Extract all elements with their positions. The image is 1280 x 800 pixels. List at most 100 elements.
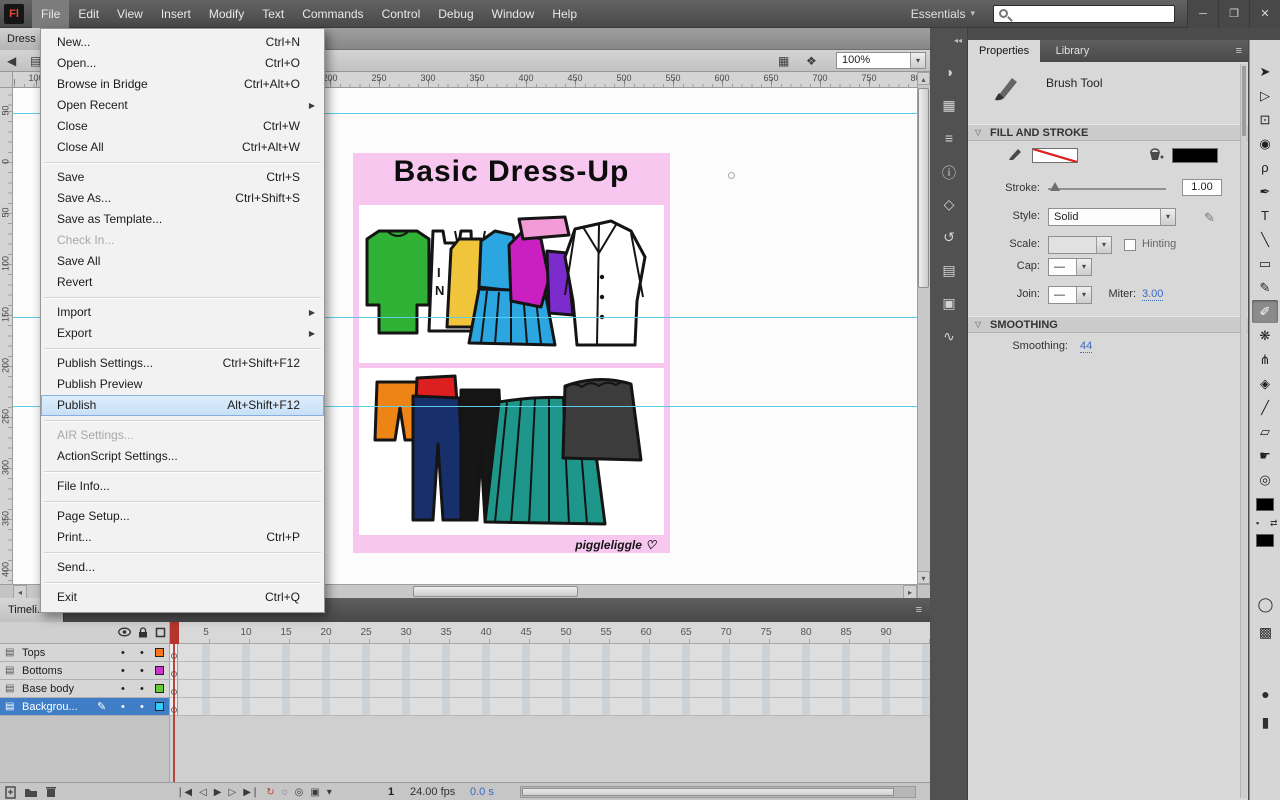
vertical-scrollbar[interactable]: ▴ ▾: [917, 72, 930, 584]
eraser-tool[interactable]: ▱: [1252, 420, 1278, 443]
menu-text[interactable]: Text: [253, 0, 293, 28]
step-forward-button[interactable]: ▷: [228, 787, 236, 798]
paint-bucket-tool[interactable]: ◈: [1252, 372, 1278, 395]
layer-row[interactable]: ▤ Bottoms • •: [0, 662, 930, 680]
menu-commands[interactable]: Commands: [293, 0, 372, 28]
layer-row[interactable]: ▤ Tops • •: [0, 644, 930, 662]
file-menu-item-import[interactable]: Import ▶: [41, 302, 324, 323]
info-panel-icon[interactable]: ⓘ: [930, 163, 968, 183]
file-menu-item-revert[interactable]: Revert: [41, 272, 324, 293]
layer-row[interactable]: ▤ Base body • •: [0, 680, 930, 698]
center-frame-button[interactable]: ↻: [266, 787, 274, 798]
lock-fill-icon[interactable]: ▩: [1250, 624, 1280, 641]
file-menu-item-publish[interactable]: Publish Alt+Shift+F12: [41, 395, 324, 416]
chevron-down-icon[interactable]: ▾: [1160, 209, 1175, 225]
menu-insert[interactable]: Insert: [152, 0, 200, 28]
swatches-panel-icon[interactable]: ▦: [930, 97, 968, 114]
modify-markers-button[interactable]: ▾: [327, 787, 332, 798]
search-input[interactable]: [1008, 6, 1174, 21]
onion-skin-button[interactable]: ◌: [282, 787, 288, 798]
file-menu-item-publish-preview[interactable]: Publish Preview: [41, 374, 324, 395]
pen-tool[interactable]: ✒: [1252, 180, 1278, 203]
current-frame[interactable]: 1: [388, 783, 394, 800]
line-tool[interactable]: ╲: [1252, 228, 1278, 251]
edit-scene-icon[interactable]: ▦: [778, 50, 789, 72]
chevron-down-icon[interactable]: ▾: [1096, 237, 1111, 253]
layer-frames[interactable]: [170, 644, 930, 662]
file-menu-item-new[interactable]: New... Ctrl+N: [41, 32, 324, 53]
file-menu-item-close[interactable]: Close Ctrl+W: [41, 116, 324, 137]
stroke-style-select[interactable]: Solid ▾: [1048, 208, 1176, 226]
play-button[interactable]: ▶: [214, 787, 222, 798]
file-menu-item-open[interactable]: Open... Ctrl+O: [41, 53, 324, 74]
file-menu-item-browse-in-bridge[interactable]: Browse in Bridge Ctrl+Alt+O: [41, 74, 324, 95]
history-panel-icon[interactable]: ↺: [930, 229, 968, 246]
file-menu-item-actionscript-settings[interactable]: ActionScript Settings...: [41, 446, 324, 467]
fill-color-swatch[interactable]: [1172, 148, 1218, 163]
frame-rate[interactable]: 24.00 fps: [410, 783, 455, 800]
expand-panels-icon[interactable]: ◂◂: [954, 36, 962, 45]
step-back-button[interactable]: ◁: [199, 787, 207, 798]
lock-column-icon[interactable]: [138, 627, 148, 638]
menu-file[interactable]: File: [32, 0, 70, 28]
new-folder-button[interactable]: [23, 784, 39, 799]
brush-shape-icon[interactable]: ▮: [1250, 714, 1280, 731]
file-menu-item-print[interactable]: Print... Ctrl+P: [41, 527, 324, 548]
playhead[interactable]: [170, 622, 179, 644]
minimize-button[interactable]: ─: [1187, 0, 1218, 28]
layer-frames[interactable]: [170, 680, 930, 698]
object-drawing-icon[interactable]: ◯: [1250, 596, 1280, 613]
layer-frames[interactable]: [170, 662, 930, 680]
swap-colors-icon[interactable]: ⇄: [1270, 518, 1278, 529]
file-menu-item-save[interactable]: Save Ctrl+S: [41, 167, 324, 188]
file-menu-item-open-recent[interactable]: Open Recent ▶: [41, 95, 324, 116]
chevron-down-icon[interactable]: ▾: [1076, 259, 1091, 275]
layer-lock-dot[interactable]: •: [140, 680, 144, 698]
slider-thumb[interactable]: [1050, 182, 1060, 191]
horizontal-scroll-thumb[interactable]: [413, 586, 578, 597]
text-tool[interactable]: T: [1252, 204, 1278, 227]
onion-skin-outlines-button[interactable]: ◎: [295, 787, 304, 798]
zoom-select[interactable]: 100% ▾: [836, 52, 926, 69]
layer-visible-dot[interactable]: •: [121, 698, 125, 716]
file-menu-item-close-all[interactable]: Close All Ctrl+Alt+W: [41, 137, 324, 158]
rectangle-tool[interactable]: ▭: [1252, 252, 1278, 275]
stroke-color-swatch[interactable]: [1032, 148, 1078, 163]
new-layer-button[interactable]: [3, 784, 19, 799]
motion-presets-panel-icon[interactable]: ∿: [930, 328, 968, 345]
layer-visible-dot[interactable]: •: [121, 662, 125, 680]
layer-visible-dot[interactable]: •: [121, 644, 125, 662]
restore-button[interactable]: ❐: [1218, 0, 1249, 28]
stroke-color-chip[interactable]: [1256, 498, 1274, 511]
file-menu-item-send[interactable]: Send...: [41, 557, 324, 578]
outline-column-icon[interactable]: [155, 627, 166, 638]
bone-tool[interactable]: ⋔: [1252, 348, 1278, 371]
menu-modify[interactable]: Modify: [200, 0, 253, 28]
first-frame-button[interactable]: ❘◀: [176, 787, 192, 798]
smoothing-section-header[interactable]: ▽ SMOOTHING: [968, 316, 1248, 333]
menu-edit[interactable]: Edit: [69, 0, 108, 28]
last-frame-button[interactable]: ▶❘: [243, 787, 259, 798]
menu-help[interactable]: Help: [543, 0, 586, 28]
layer-name-cell[interactable]: ▤ Tops • •: [0, 644, 170, 662]
timeline-scroll-thumb[interactable]: [522, 788, 894, 796]
stroke-weight-slider[interactable]: [1048, 180, 1166, 195]
3d-rotation-tool[interactable]: ◉: [1252, 132, 1278, 155]
file-menu-item-save-as[interactable]: Save As... Ctrl+Shift+S: [41, 188, 324, 209]
scroll-down-icon[interactable]: ▾: [917, 571, 930, 584]
search-box[interactable]: [993, 4, 1175, 23]
panel-menu-icon[interactable]: ≡: [916, 598, 922, 622]
menu-debug[interactable]: Debug: [429, 0, 482, 28]
default-colors-icon[interactable]: ▪: [1256, 518, 1259, 528]
edit-symbols-icon[interactable]: ❖: [806, 50, 817, 72]
visibility-column-icon[interactable]: [118, 627, 131, 637]
scroll-up-icon[interactable]: ▴: [917, 72, 930, 85]
back-arrow-icon[interactable]: ◀: [7, 50, 16, 72]
scroll-right-icon[interactable]: ▸: [903, 585, 917, 599]
menu-window[interactable]: Window: [483, 0, 544, 28]
delete-layer-button[interactable]: [43, 784, 59, 799]
library-panel-icon[interactable]: ▤: [930, 262, 968, 279]
scale-select[interactable]: ▾: [1048, 236, 1112, 254]
tab-library[interactable]: Library: [1045, 40, 1101, 62]
stroke-weight-input[interactable]: 1.00: [1182, 179, 1222, 196]
